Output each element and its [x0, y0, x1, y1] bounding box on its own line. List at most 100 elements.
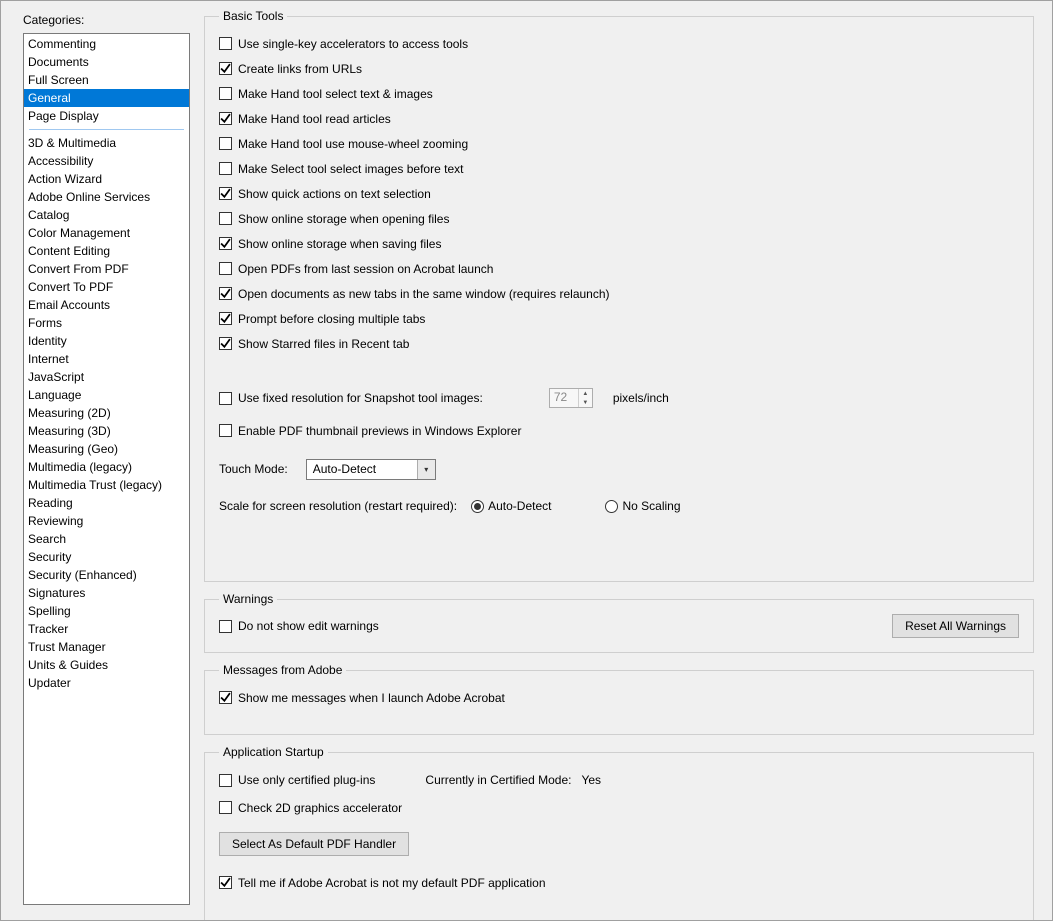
basic-tools-checkbox-label: Create links from URLs	[238, 62, 362, 76]
category-item[interactable]: Security	[24, 548, 189, 566]
category-item[interactable]: Reviewing	[24, 512, 189, 530]
startup-legend: Application Startup	[219, 745, 328, 759]
category-item[interactable]: Signatures	[24, 584, 189, 602]
basic-tools-option: Open documents as new tabs in the same w…	[219, 281, 1019, 306]
category-item[interactable]: Internet	[24, 350, 189, 368]
category-item[interactable]: Commenting	[24, 35, 189, 53]
basic-tools-option: Make Hand tool read articles	[219, 106, 1019, 131]
scale-no-scaling-radio[interactable]: No Scaling	[605, 499, 680, 513]
basic-tools-checkbox[interactable]	[219, 237, 232, 250]
scale-auto-detect-radio[interactable]: Auto-Detect	[471, 499, 551, 513]
category-item[interactable]: Forms	[24, 314, 189, 332]
graphics-accel-checkbox[interactable]	[219, 801, 232, 814]
category-item[interactable]: Reading	[24, 494, 189, 512]
graphics-accel-label: Check 2D graphics accelerator	[238, 801, 402, 815]
certified-plugins-label: Use only certified plug-ins	[238, 773, 375, 787]
snapshot-unit-label: pixels/inch	[613, 391, 669, 405]
basic-tools-checkbox[interactable]	[219, 187, 232, 200]
basic-tools-checkbox[interactable]	[219, 112, 232, 125]
category-item[interactable]: Search	[24, 530, 189, 548]
category-item[interactable]: Full Screen	[24, 71, 189, 89]
basic-tools-checkbox[interactable]	[219, 62, 232, 75]
category-item[interactable]: 3D & Multimedia	[24, 134, 189, 152]
basic-tools-checkbox[interactable]	[219, 212, 232, 225]
basic-tools-checkbox[interactable]	[219, 87, 232, 100]
edit-warnings-label: Do not show edit warnings	[238, 619, 379, 633]
warnings-legend: Warnings	[219, 592, 277, 606]
spinner-down-icon[interactable]: ▼	[579, 398, 592, 407]
basic-tools-checkbox-label: Show quick actions on text selection	[238, 187, 431, 201]
basic-tools-checkbox[interactable]	[219, 162, 232, 175]
basic-tools-option: Show Starred files in Recent tab	[219, 331, 1019, 356]
pdf-thumbnail-checkbox[interactable]	[219, 424, 232, 437]
category-item[interactable]: Spelling	[24, 602, 189, 620]
basic-tools-checkbox-label: Open PDFs from last session on Acrobat l…	[238, 262, 493, 276]
category-item[interactable]: Convert To PDF	[24, 278, 189, 296]
category-item[interactable]: Measuring (2D)	[24, 404, 189, 422]
basic-tools-checkbox-label: Use single-key accelerators to access to…	[238, 37, 468, 51]
category-item[interactable]: Tracker	[24, 620, 189, 638]
basic-tools-checkbox[interactable]	[219, 262, 232, 275]
category-item[interactable]: Language	[24, 386, 189, 404]
chevron-down-icon: ▾	[417, 460, 435, 479]
category-item[interactable]: Adobe Online Services	[24, 188, 189, 206]
basic-tools-checkbox-label: Show Starred files in Recent tab	[238, 337, 409, 351]
basic-tools-legend: Basic Tools	[219, 9, 287, 23]
category-item[interactable]: Security (Enhanced)	[24, 566, 189, 584]
basic-tools-option: Make Hand tool use mouse-wheel zooming	[219, 131, 1019, 156]
categories-panel: Categories: CommentingDocumentsFull Scre…	[1, 1, 196, 920]
category-item[interactable]: Documents	[24, 53, 189, 71]
category-item[interactable]: Page Display	[24, 107, 189, 125]
warnings-group: Warnings Do not show edit warnings Reset…	[204, 592, 1034, 653]
category-item[interactable]: Identity	[24, 332, 189, 350]
basic-tools-checkbox[interactable]	[219, 337, 232, 350]
categories-label: Categories:	[23, 13, 190, 27]
category-item[interactable]: Measuring (Geo)	[24, 440, 189, 458]
category-item[interactable]: JavaScript	[24, 368, 189, 386]
basic-tools-checkbox-label: Make Hand tool use mouse-wheel zooming	[238, 137, 468, 151]
certified-mode-label: Currently in Certified Mode:	[425, 773, 571, 787]
default-pdf-handler-button[interactable]: Select As Default PDF Handler	[219, 832, 409, 856]
default-app-notify-checkbox[interactable]	[219, 876, 232, 889]
category-item[interactable]: Content Editing	[24, 242, 189, 260]
show-messages-checkbox[interactable]	[219, 691, 232, 704]
preferences-dialog: Categories: CommentingDocumentsFull Scre…	[0, 0, 1053, 921]
snapshot-resolution-spinner[interactable]: 72 ▲▼	[549, 388, 593, 408]
category-item[interactable]: Email Accounts	[24, 296, 189, 314]
category-item[interactable]: Accessibility	[24, 152, 189, 170]
basic-tools-checkbox[interactable]	[219, 37, 232, 50]
show-messages-label: Show me messages when I launch Adobe Acr…	[238, 691, 505, 705]
basic-tools-checkbox[interactable]	[219, 137, 232, 150]
snapshot-resolution-label: Use fixed resolution for Snapshot tool i…	[238, 391, 483, 405]
category-item[interactable]: Convert From PDF	[24, 260, 189, 278]
basic-tools-checkbox[interactable]	[219, 287, 232, 300]
basic-tools-option: Show online storage when opening files	[219, 206, 1019, 231]
basic-tools-checkbox-label: Make Hand tool select text & images	[238, 87, 433, 101]
category-item[interactable]: Catalog	[24, 206, 189, 224]
category-item[interactable]: Updater	[24, 674, 189, 692]
spinner-up-icon[interactable]: ▲	[579, 389, 592, 398]
basic-tools-checkbox-label: Show online storage when saving files	[238, 237, 441, 251]
basic-tools-option: Make Select tool select images before te…	[219, 156, 1019, 181]
reset-warnings-button[interactable]: Reset All Warnings	[892, 614, 1019, 638]
edit-warnings-checkbox[interactable]	[219, 620, 232, 633]
basic-tools-checkbox[interactable]	[219, 312, 232, 325]
touch-mode-combobox[interactable]: Auto-Detect ▾	[306, 459, 436, 480]
messages-legend: Messages from Adobe	[219, 663, 346, 677]
category-item[interactable]: Color Management	[24, 224, 189, 242]
category-item[interactable]: Units & Guides	[24, 656, 189, 674]
category-item[interactable]: Trust Manager	[24, 638, 189, 656]
categories-list[interactable]: CommentingDocumentsFull ScreenGeneralPag…	[23, 33, 190, 905]
category-item[interactable]: Multimedia (legacy)	[24, 458, 189, 476]
basic-tools-checkbox-label: Make Hand tool read articles	[238, 112, 391, 126]
basic-tools-option: Open PDFs from last session on Acrobat l…	[219, 256, 1019, 281]
certified-plugins-checkbox[interactable]	[219, 774, 232, 787]
category-item[interactable]: Measuring (3D)	[24, 422, 189, 440]
scale-label: Scale for screen resolution (restart req…	[219, 499, 457, 513]
basic-tools-option: Show quick actions on text selection	[219, 181, 1019, 206]
category-item[interactable]: Multimedia Trust (legacy)	[24, 476, 189, 494]
snapshot-resolution-checkbox[interactable]	[219, 392, 232, 405]
basic-tools-option: Prompt before closing multiple tabs	[219, 306, 1019, 331]
category-item[interactable]: General	[24, 89, 189, 107]
category-item[interactable]: Action Wizard	[24, 170, 189, 188]
